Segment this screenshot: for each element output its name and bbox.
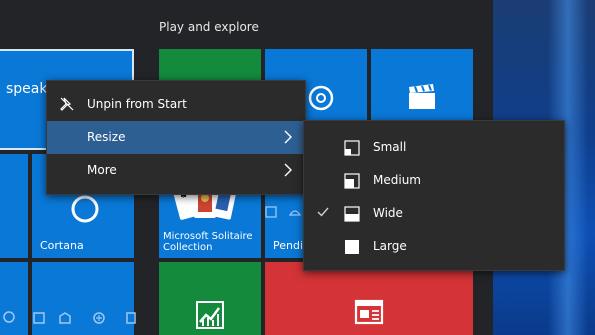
green-tile-top[interactable] [159, 49, 261, 80]
money-tile[interactable] [159, 262, 261, 335]
resize-option-small-label: Small [373, 140, 407, 154]
small-app-icon-4 [93, 312, 105, 324]
pending-small-icon-2 [289, 210, 301, 216]
small-size-icon [344, 140, 360, 156]
menu-item-resize-label: Resize [87, 130, 126, 144]
cortana-tile-label: Cortana [40, 239, 84, 252]
medium-size-icon [344, 173, 360, 189]
groove-music-tile[interactable] [304, 80, 367, 120]
movies-tv-tile[interactable] [371, 49, 473, 120]
cortana-circle-icon [71, 195, 99, 223]
menu-item-more[interactable]: More [47, 154, 305, 187]
clapperboard-icon [409, 84, 435, 109]
chevron-right-icon [284, 163, 292, 177]
small-app-icon-3 [59, 312, 71, 324]
small-app-icon-5 [126, 312, 136, 324]
pending-small-icon-1 [265, 206, 277, 218]
news-tile[interactable] [265, 262, 473, 335]
tile-left-edge[interactable] [0, 154, 28, 258]
resize-option-large[interactable]: Large [304, 230, 564, 263]
resize-option-small[interactable]: Small [304, 131, 564, 164]
wide-size-icon [344, 206, 360, 222]
menu-item-more-label: More [87, 163, 117, 177]
small-tiles-group[interactable] [32, 262, 136, 335]
menu-item-resize[interactable]: Resize [47, 121, 305, 154]
news-icon [354, 299, 384, 325]
resize-option-medium[interactable]: Medium [304, 164, 564, 197]
solitaire-tile-label: Microsoft Solitaire Collection [163, 231, 253, 253]
groove-tile-top[interactable] [265, 49, 367, 80]
checkmark-icon [317, 207, 329, 217]
resize-option-wide-label: Wide [373, 206, 403, 220]
small-app-icon [3, 311, 15, 323]
menu-item-unpin-label: Unpin from Start [87, 97, 187, 111]
pending-tile[interactable]: Pendi [265, 193, 303, 258]
groove-music-icon [308, 85, 334, 111]
chevron-right-icon [284, 130, 292, 144]
menu-item-unpin[interactable]: Unpin from Start [47, 88, 305, 121]
stock-chart-icon [196, 301, 224, 329]
resize-option-medium-label: Medium [373, 173, 421, 187]
resize-option-large-label: Large [373, 239, 407, 253]
large-size-icon [345, 240, 359, 254]
tile-left-bottom[interactable] [0, 262, 28, 335]
resize-submenu: Small Medium Wide Large [303, 120, 565, 271]
speak-tile-text: speak [6, 81, 48, 97]
tile-group-label: Play and explore [159, 20, 259, 34]
small-app-icon-2 [33, 312, 45, 324]
unpin-icon [60, 97, 74, 111]
tile-context-menu: Unpin from Start Resize More [46, 80, 306, 195]
resize-option-wide[interactable]: Wide [304, 197, 564, 230]
pending-tile-label: Pendi [273, 239, 304, 252]
